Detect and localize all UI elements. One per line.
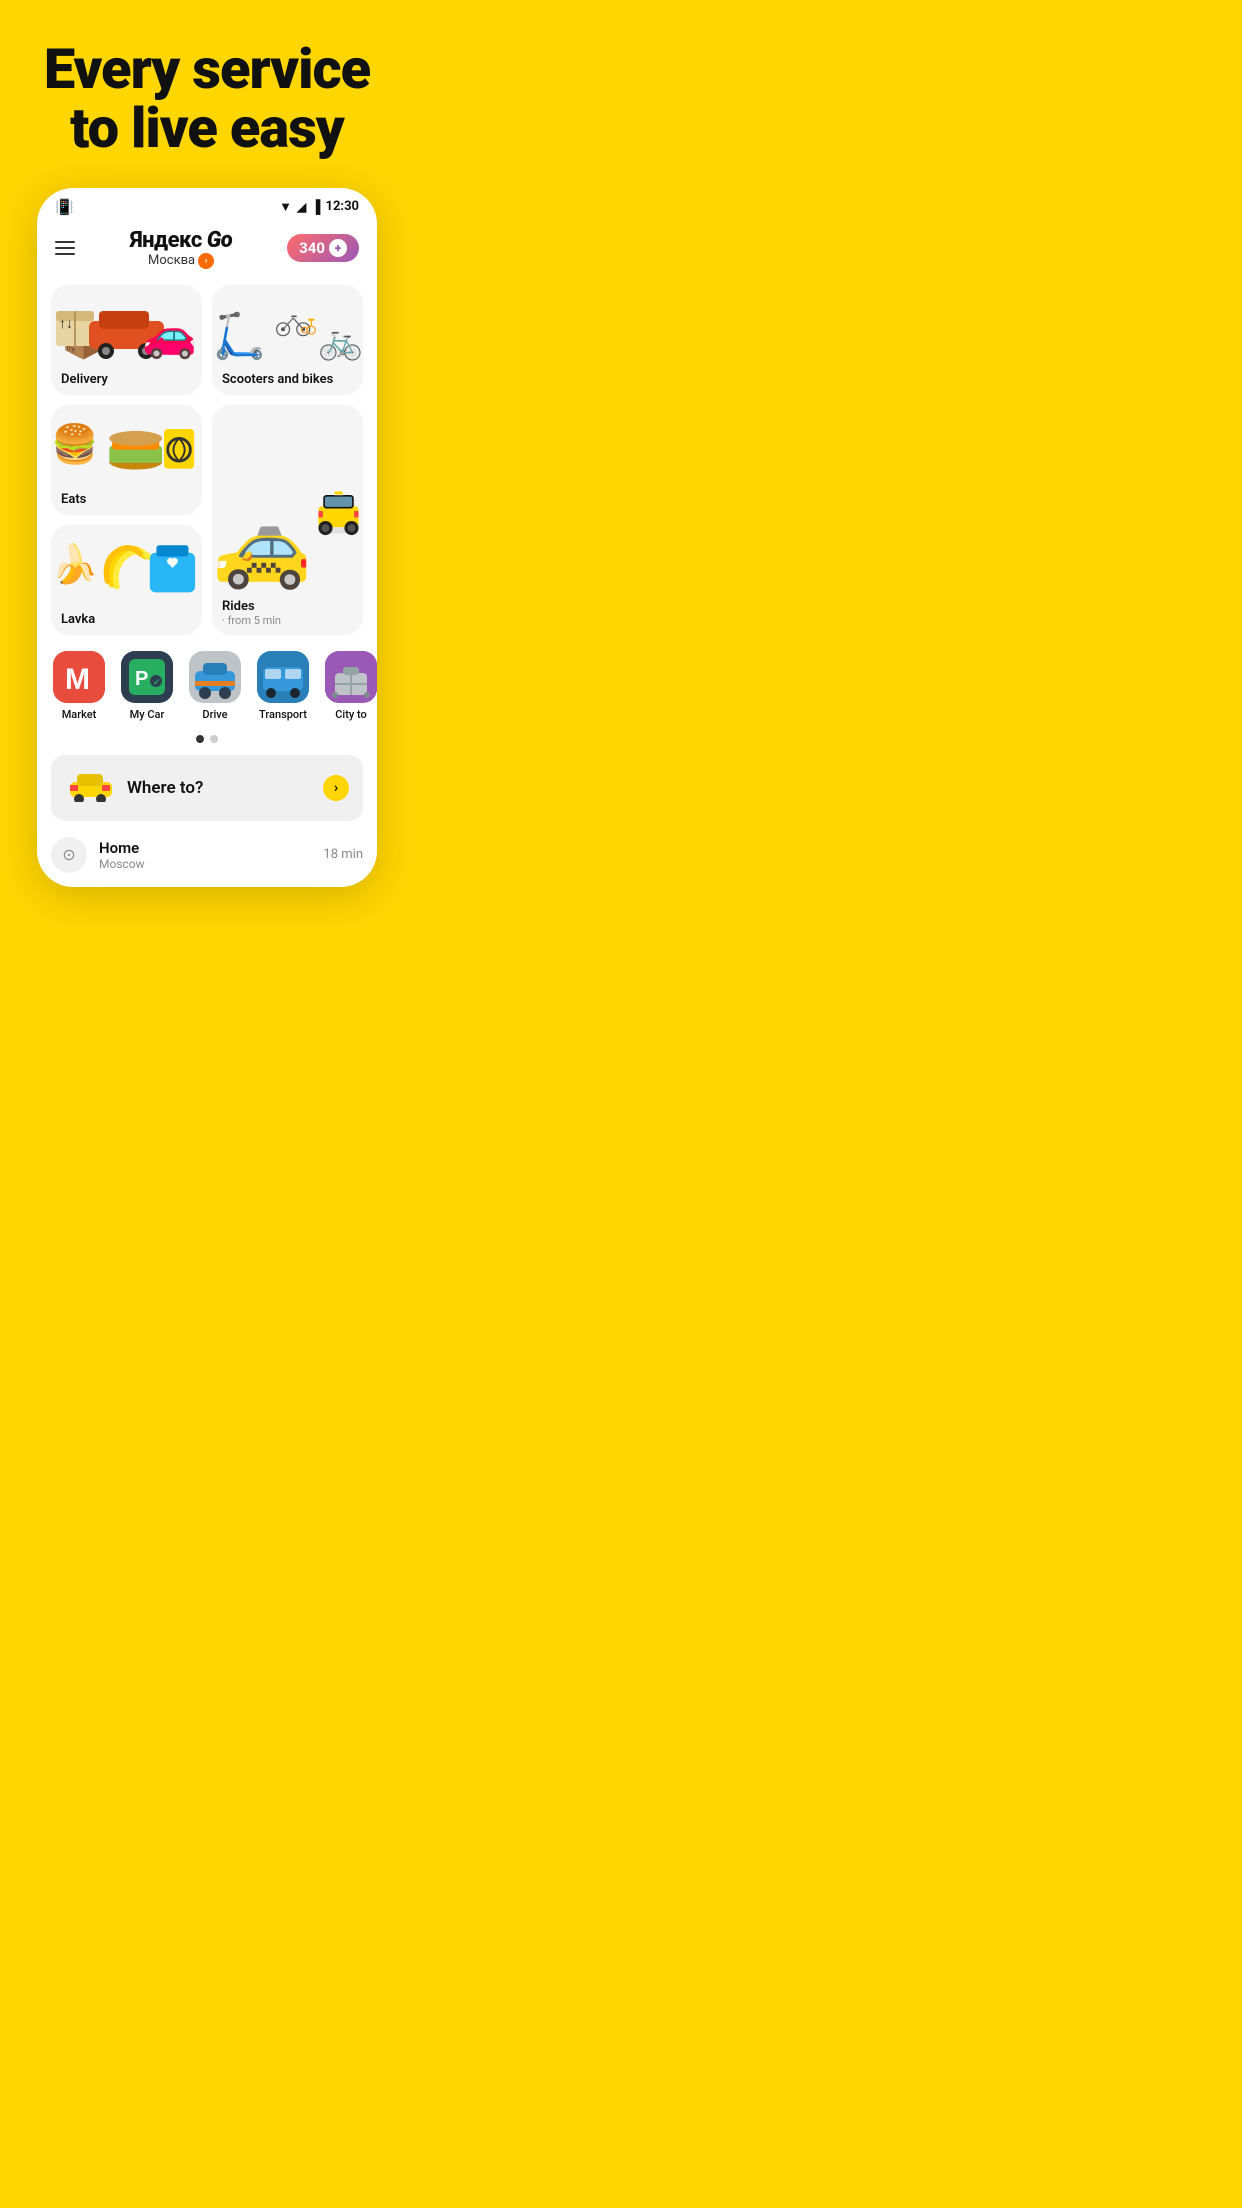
- destination-name: Home: [99, 839, 311, 857]
- vibrate-icon: 📳: [55, 198, 74, 216]
- market-icon: M: [53, 651, 105, 703]
- recent-destination[interactable]: ⊙ Home Moscow 18 min: [37, 827, 377, 887]
- city-to-label: City to: [335, 708, 367, 721]
- transport-mini[interactable]: Transport: [255, 651, 311, 721]
- mini-services-row: M Market P ✓ My Car: [37, 643, 377, 729]
- lavka-visual: [51, 525, 202, 606]
- svg-text:P: P: [135, 668, 148, 690]
- dot-2[interactable]: [210, 735, 218, 743]
- svg-text:M: M: [65, 663, 90, 696]
- wifi-icon: ▼: [279, 199, 292, 215]
- hero-section: Every service to live easy: [0, 0, 414, 188]
- svg-text:✓: ✓: [153, 678, 161, 688]
- menu-button[interactable]: [55, 241, 75, 255]
- status-bar: 📳 ▼ ◢ ▐ 12:30: [37, 188, 377, 220]
- delivery-visual: ↑↓: [51, 285, 202, 366]
- phone-mockup: 📳 ▼ ◢ ▐ 12:30 Яндекс Go Москва › 340 +: [37, 188, 377, 887]
- status-right: ▼ ◢ ▐ 12:30: [279, 199, 359, 215]
- drive-label: Drive: [202, 708, 227, 721]
- scooters-label: Scooters and bikes: [212, 366, 363, 395]
- market-mini[interactable]: M Market: [51, 651, 107, 721]
- eats-visual: [51, 405, 202, 486]
- my-car-icon: P ✓: [121, 651, 173, 703]
- points-plus-icon: +: [329, 239, 347, 257]
- city-to-mini[interactable]: City to: [323, 651, 377, 721]
- my-car-mini[interactable]: P ✓ My Car: [119, 651, 175, 721]
- taxi-mini-icon: [65, 767, 115, 809]
- hero-title: Every service to live easy: [30, 40, 384, 158]
- points-badge[interactable]: 340 +: [287, 234, 359, 262]
- battery-icon: ▐: [311, 199, 320, 215]
- lavka-label: Lavka: [51, 606, 202, 635]
- eats-label: Eats: [51, 486, 202, 515]
- rides-label: Rides · from 5 min: [212, 593, 363, 635]
- city-to-icon: [325, 651, 377, 703]
- svg-text:↑↓: ↑↓: [59, 316, 73, 332]
- eats-card[interactable]: Eats: [51, 405, 202, 515]
- where-to-arrow-icon: ›: [323, 775, 349, 801]
- destination-info: Home Moscow: [99, 839, 311, 871]
- lavka-card[interactable]: Lavka: [51, 525, 202, 635]
- pagination-dots: [37, 729, 377, 749]
- drive-icon: [189, 651, 241, 703]
- scooters-card[interactable]: Scooters and bikes: [212, 285, 363, 395]
- dot-1[interactable]: [196, 735, 204, 743]
- signal-icon: ◢: [297, 200, 306, 214]
- destination-time: 18 min: [323, 847, 363, 862]
- market-label: Market: [62, 708, 97, 721]
- city-arrow-icon: ›: [198, 253, 214, 269]
- destination-icon: ⊙: [51, 837, 87, 873]
- city-name[interactable]: Москва ›: [148, 253, 214, 269]
- status-left: 📳: [55, 198, 74, 216]
- app-name: Яндекс Go: [130, 228, 232, 253]
- delivery-card[interactable]: ↑↓ Delivery: [51, 285, 202, 395]
- where-to-bar[interactable]: Where to? ›: [51, 755, 363, 821]
- rides-visual: [212, 405, 363, 593]
- points-value: 340: [299, 239, 325, 257]
- app-header: Яндекс Go Москва › 340 +: [37, 220, 377, 273]
- my-car-label: My Car: [130, 708, 165, 721]
- transport-label: Transport: [259, 708, 307, 721]
- drive-mini[interactable]: Drive: [187, 651, 243, 721]
- scooters-visual: [212, 285, 363, 366]
- transport-icon: [257, 651, 309, 703]
- clock: 12:30: [326, 199, 360, 214]
- rides-card[interactable]: Rides · from 5 min: [212, 405, 363, 635]
- where-to-text: Where to?: [127, 778, 311, 798]
- services-grid: ↑↓ Delivery: [37, 273, 377, 643]
- delivery-label: Delivery: [51, 366, 202, 395]
- destination-city: Moscow: [99, 857, 311, 871]
- app-logo: Яндекс Go Москва ›: [130, 228, 232, 269]
